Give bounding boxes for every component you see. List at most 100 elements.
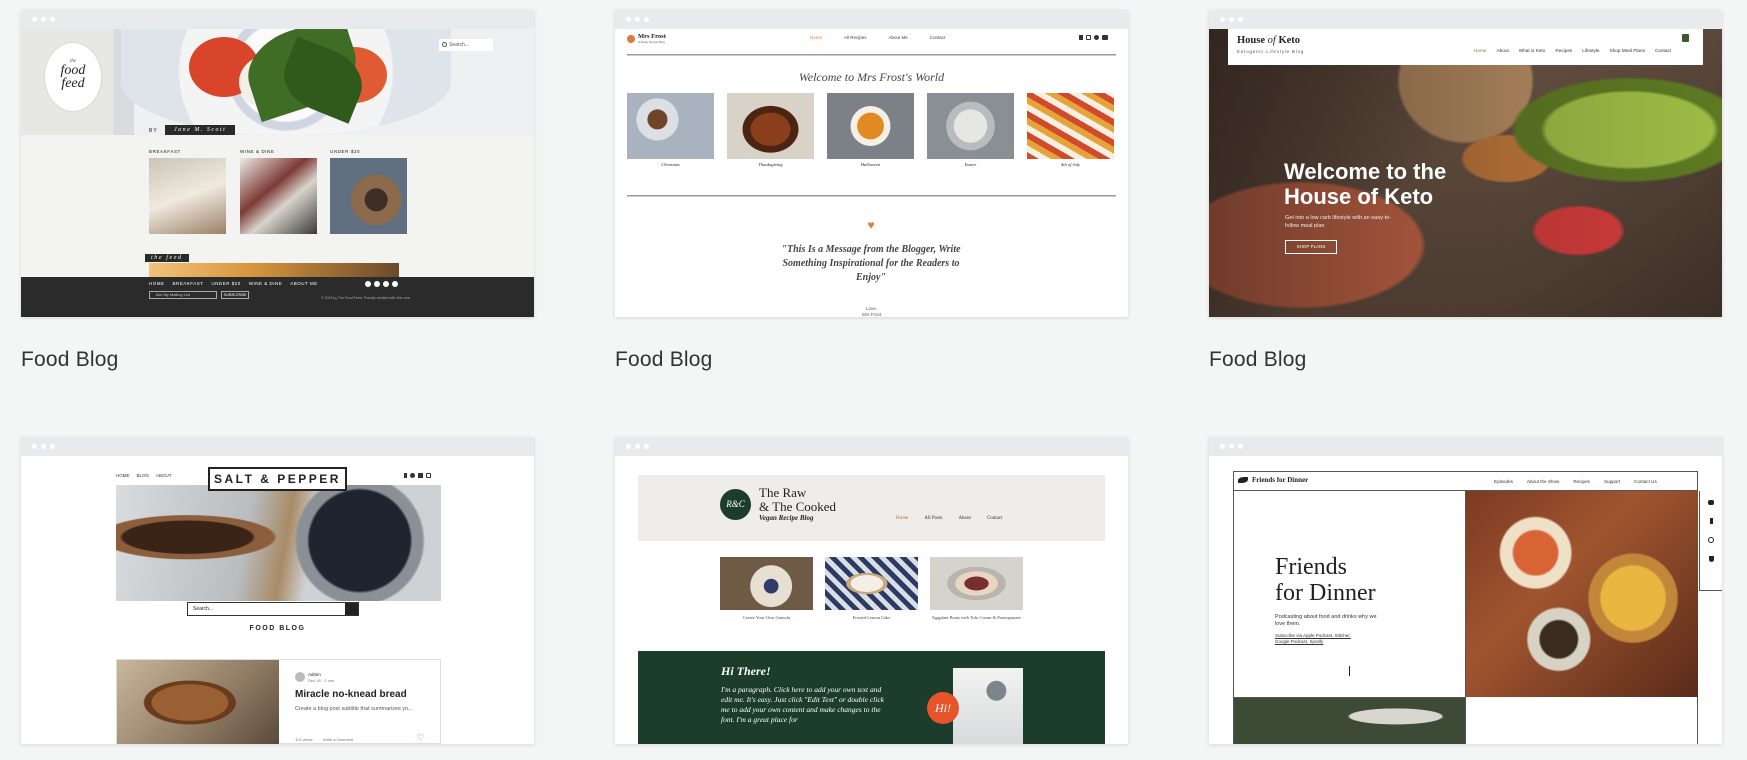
holiday-label[interactable]: Thanksgiving — [727, 162, 814, 167]
template-card-mrs-frost[interactable]: Mrs Frost Holiday Recipe Blog Home All R… — [615, 10, 1128, 372]
template-card-house-of-keto[interactable]: House of Keto Ketogenic Lifestyle Blog H… — [1209, 10, 1722, 372]
category-photo[interactable] — [240, 158, 317, 234]
nav-item-recipes[interactable]: Recipes — [1573, 479, 1590, 484]
card-title[interactable]: Food Blog — [21, 348, 534, 372]
template-card-salt-pepper[interactable]: HOME BLOG ABOUT SALT & PEPPER Search... … — [21, 437, 534, 744]
podcast-icon[interactable] — [1708, 537, 1714, 543]
recipe-photo[interactable] — [930, 557, 1023, 610]
nav-item-under-20[interactable]: UNDER $20 — [212, 281, 241, 286]
youtube-icon[interactable] — [1102, 35, 1108, 40]
nav-item-breakfast[interactable]: BREAKFAST — [173, 281, 204, 286]
holiday-photo[interactable] — [827, 93, 914, 159]
nav-item-lifestyle[interactable]: Lifestyle — [1582, 48, 1599, 53]
facebook-icon[interactable] — [1709, 518, 1713, 524]
recipe-photo[interactable] — [825, 557, 918, 610]
category-photo[interactable] — [149, 158, 226, 234]
nav-item-contact[interactable]: Contact — [930, 35, 946, 40]
template-preview[interactable]: the food feed Search... BY Jane M. Scott… — [21, 10, 534, 317]
twitter-icon[interactable] — [374, 281, 380, 287]
post-photo[interactable] — [117, 660, 279, 744]
holiday-photo[interactable] — [727, 93, 814, 159]
template-card-raw-cooked[interactable]: R&C The Raw & The Cooked Vegan Recipe Bl… — [615, 437, 1128, 744]
nav-item-what-is-keto[interactable]: What is Keto — [1519, 48, 1546, 53]
nav-item-about[interactable]: About — [958, 516, 971, 521]
nav-item-wine-dine[interactable]: WINE & DINE — [249, 281, 283, 286]
nav-item-all-posts[interactable]: All Posts — [924, 516, 942, 521]
nav-item-about-the-show[interactable]: About the Show — [1527, 479, 1559, 484]
pinterest-icon[interactable] — [410, 473, 415, 478]
comment-link[interactable]: Write a comment — [323, 737, 353, 742]
nav-item-home[interactable]: HOME — [116, 473, 130, 478]
nav-item-home[interactable]: HOME — [149, 281, 165, 286]
recipe-photo[interactable] — [720, 557, 813, 610]
template-card-food-feed[interactable]: the food feed Search... BY Jane M. Scott… — [21, 10, 534, 372]
monogram-logo[interactable]: R&C — [720, 489, 751, 520]
subscribe-button[interactable]: SUBSCRIBE — [221, 291, 249, 299]
category-photo[interactable] — [330, 158, 407, 234]
site-logo[interactable]: SALT & PEPPER — [208, 467, 347, 491]
blog-post-card[interactable]: Admin Dec 15 · 2 min Miracle no-knead br… — [116, 659, 441, 744]
holiday-label[interactable]: Christmas — [627, 162, 714, 167]
holiday-label[interactable]: Easter — [927, 162, 1014, 167]
cart-icon[interactable] — [1682, 34, 1689, 42]
logo-badge[interactable]: the food feed — [45, 43, 101, 111]
holiday-photo[interactable] — [927, 93, 1014, 159]
mailing-input[interactable]: Join My Mailing List — [149, 291, 217, 299]
nav-item-contact-us[interactable]: Contact Us — [1634, 479, 1657, 484]
category-label[interactable]: BREAKFAST — [149, 149, 181, 154]
recipe-label[interactable]: Create Your Own Granola — [720, 615, 813, 620]
holiday-label[interactable]: Halloween — [827, 162, 914, 167]
nav-item-contact[interactable]: Contact — [1655, 48, 1671, 53]
holiday-label[interactable]: 4th of July — [1027, 162, 1114, 167]
subscribe-links[interactable]: Google Podcast, Spotify — [1275, 639, 1323, 644]
search-input[interactable]: Search... — [187, 602, 359, 616]
instagram-icon[interactable] — [426, 473, 431, 478]
facebook-icon[interactable] — [365, 281, 371, 287]
twitter-icon[interactable] — [1708, 500, 1714, 505]
recipe-label[interactable]: Eggplant Boats with Tofu Cream & Pomegra… — [930, 615, 1023, 621]
instagram-icon[interactable] — [392, 281, 398, 287]
site-logo[interactable]: House of Keto — [1237, 35, 1300, 46]
template-preview[interactable]: HOME BLOG ABOUT SALT & PEPPER Search... … — [21, 437, 534, 744]
category-label[interactable]: UNDER $20 — [330, 149, 360, 154]
heart-icon[interactable]: ♡ — [417, 733, 424, 742]
nav-item-support[interactable]: Support — [1604, 479, 1620, 484]
template-preview[interactable]: Mrs Frost Holiday Recipe Blog Home All R… — [615, 10, 1128, 317]
template-preview[interactable]: House of Keto Ketogenic Lifestyle Blog H… — [1209, 10, 1722, 317]
nav-item-about[interactable]: About — [1497, 48, 1509, 53]
nav-item-recipes[interactable]: Recipes — [1555, 48, 1572, 53]
nav-item-contact[interactable]: Contact — [987, 516, 1003, 521]
template-preview[interactable]: Friends for Dinner Episodes About the Sh… — [1209, 437, 1722, 744]
subscribe-links[interactable]: Subscribe via Apple Podcast, Stitcher, — [1275, 633, 1351, 638]
post-title[interactable]: Miracle no-knead bread — [295, 689, 407, 700]
post-author[interactable]: Admin — [308, 672, 321, 677]
facebook-icon[interactable] — [404, 473, 407, 478]
pinterest-icon[interactable] — [383, 281, 389, 287]
pinterest-icon[interactable] — [1094, 35, 1099, 40]
instagram-icon[interactable] — [1086, 35, 1091, 40]
nav-item-blog[interactable]: BLOG — [137, 473, 150, 478]
search-icon[interactable] — [345, 603, 358, 615]
facebook-icon[interactable] — [1079, 35, 1083, 40]
card-title[interactable]: Food Blog — [1209, 348, 1722, 372]
category-label[interactable]: WINE & DINE — [240, 149, 275, 154]
nav-item-about-me[interactable]: About Me — [889, 35, 908, 40]
nav-item-about[interactable]: ABOUT — [156, 473, 172, 478]
nav-item-all-recipes[interactable]: All Recipes — [844, 35, 867, 40]
music-icon[interactable] — [1708, 556, 1714, 562]
site-logo[interactable]: Friends for Dinner — [1238, 476, 1308, 484]
card-title[interactable]: Food Blog — [615, 348, 1128, 372]
nav-item-home[interactable]: Home — [1474, 48, 1487, 53]
template-card-friends-for-dinner[interactable]: Friends for Dinner Episodes About the Sh… — [1209, 437, 1722, 744]
search-input[interactable]: Search... — [439, 39, 493, 51]
holiday-photo[interactable] — [627, 93, 714, 159]
site-logo[interactable]: Mrs Frost Holiday Recipe Blog — [627, 33, 666, 44]
twitter-icon[interactable] — [418, 473, 423, 478]
shop-plans-button[interactable]: SHOP PLANS — [1285, 240, 1337, 254]
avatar[interactable] — [295, 672, 305, 682]
nav-item-episodes[interactable]: Episodes — [1494, 479, 1513, 484]
holiday-photo[interactable] — [1027, 93, 1114, 159]
nav-item-home[interactable]: Home — [896, 516, 908, 521]
nav-item-about-me[interactable]: ABOUT ME — [290, 281, 317, 286]
nav-item-shop-meal-plans[interactable]: Shop Meal Plans — [1609, 48, 1644, 53]
